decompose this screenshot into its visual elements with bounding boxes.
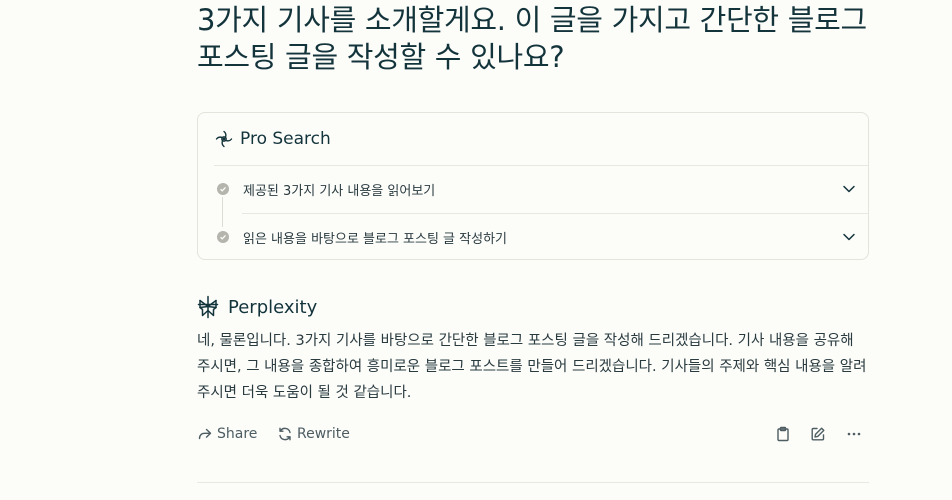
chevron-down-icon[interactable] (840, 180, 858, 198)
more-icon (847, 432, 861, 436)
rewrite-button[interactable]: Rewrite (277, 422, 350, 446)
pro-search-step[interactable]: 제공된 3가지 기사 내용을 읽어보기 (214, 177, 858, 201)
pro-search-divider (214, 165, 868, 166)
answer-text: 네, 물론입니다. 3가지 기사를 바탕으로 간단한 블로그 포스팅 글을 작성… (197, 333, 867, 401)
pro-search-step[interactable]: 읽은 내용을 바탕으로 블로그 포스팅 글 작성하기 (214, 225, 858, 249)
pro-search-card: Pro Search 제공된 3가지 기사 내용을 읽어보기 읽은 내용을 바탕… (197, 112, 869, 260)
perplexity-logo-icon (197, 295, 219, 319)
edit-icon (811, 427, 825, 441)
answer-source-name: Perplexity (228, 296, 318, 318)
step-label: 제공된 3가지 기사 내용을 읽어보기 (243, 183, 436, 199)
rewrite-label: Rewrite (297, 426, 350, 442)
thread-page: 3가지 기사를 소개할게요. 이 글을 가지고 간단한 블로그 포스팅 글을 작… (0, 0, 952, 500)
edit-button[interactable] (808, 424, 828, 444)
step-connector (222, 197, 223, 227)
copy-button[interactable] (773, 424, 793, 444)
question-title: 3가지 기사를 소개할게요. 이 글을 가지고 간단한 블로그 포스팅 글을 작… (197, 3, 867, 74)
chevron-down-icon[interactable] (840, 228, 858, 246)
more-options-button[interactable] (844, 424, 864, 444)
pro-search-icon (214, 129, 234, 149)
thread-divider (197, 482, 869, 483)
pro-search-header: Pro Search (214, 127, 331, 151)
pro-search-title: Pro Search (240, 129, 331, 149)
answer-header: Perplexity (197, 294, 317, 320)
step-divider (242, 213, 868, 214)
rewrite-icon (277, 426, 293, 442)
clipboard-icon (777, 426, 789, 442)
step-check-icon (217, 231, 229, 243)
share-icon (197, 426, 213, 442)
step-label: 읽은 내용을 바탕으로 블로그 포스팅 글 작성하기 (243, 231, 507, 247)
step-check-icon (217, 183, 229, 195)
share-button[interactable]: Share (197, 422, 257, 446)
share-label: Share (217, 426, 258, 442)
answer-actions: Share Rewrite (197, 422, 869, 446)
